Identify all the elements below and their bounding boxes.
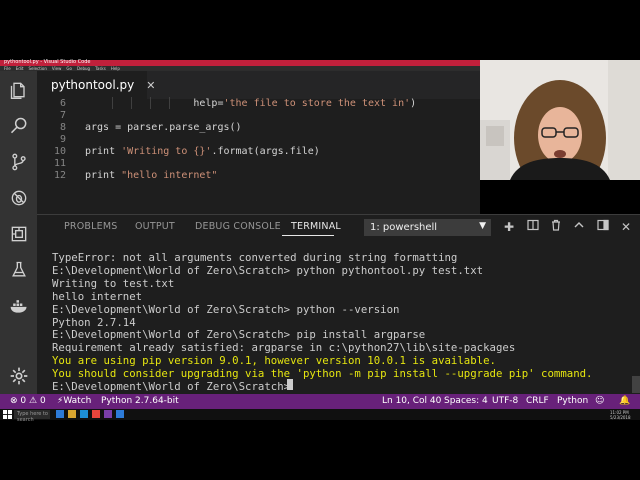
line-number: 7	[59, 110, 66, 121]
terminal-prompt-line[interactable]: E:\Development\World of Zero\Scratch>	[52, 380, 297, 393]
terminal-select[interactable]: 1: powershell ▼	[364, 219, 491, 236]
encoding-status[interactable]: UTF-8	[492, 396, 518, 406]
code-line: print 'Writing to {}'.format(args.file)	[85, 146, 320, 157]
task-view-icon[interactable]	[56, 410, 64, 418]
eol-status[interactable]: CRLF	[526, 396, 549, 406]
editor-tab-bar: pythontool.py ✕	[37, 71, 480, 99]
source-control-icon[interactable]	[0, 147, 37, 177]
tab-terminal[interactable]: TERMINAL	[291, 221, 341, 232]
windows-start-icon[interactable]	[3, 410, 12, 419]
debug-icon[interactable]	[0, 183, 37, 213]
line-number: 12	[53, 170, 66, 181]
line-number: 9	[59, 134, 66, 145]
test-flask-icon[interactable]	[0, 255, 37, 285]
line-number: 6	[59, 98, 66, 109]
terminal-line: E:\Development\World of Zero\Scratch> py…	[52, 303, 400, 316]
vscode-taskbar-icon[interactable]	[116, 410, 124, 418]
editor-tab-pythontool[interactable]: pythontool.py ✕	[37, 71, 155, 99]
language-mode-status[interactable]: Python	[557, 396, 588, 406]
terminal-select-value: 1: powershell	[370, 222, 438, 233]
search-icon[interactable]	[0, 111, 37, 141]
settings-gear-icon[interactable]	[0, 361, 37, 391]
trash-icon[interactable]	[548, 219, 564, 235]
terminal-scrollbar[interactable]	[632, 376, 640, 393]
code-line: help='the file to store the text in')	[85, 98, 417, 109]
webcam-overlay	[480, 60, 640, 180]
toggle-panel-icon[interactable]	[595, 219, 611, 235]
split-terminal-icon[interactable]	[525, 219, 541, 235]
terminal-warning-line: You should consider upgrading via the 'p…	[52, 367, 593, 380]
notifications-bell-icon[interactable]: 🔔	[619, 396, 630, 406]
python-interpreter-status[interactable]: Python 2.7.64-bit	[101, 396, 179, 406]
chevron-down-icon: ▼	[479, 221, 486, 231]
activity-bar	[0, 71, 37, 394]
errors-status[interactable]: ⊗ 0 ⚠ 0	[10, 396, 46, 406]
code-line: print "hello internet"	[85, 170, 218, 181]
line-number: 11	[53, 158, 66, 169]
terminal-line: TypeError: not all arguments converted d…	[52, 251, 458, 264]
editor-tab-label: pythontool.py	[51, 78, 135, 92]
explorer-icon[interactable]	[0, 75, 37, 105]
terminal-line: Requirement already satisfied: argparse …	[52, 341, 516, 354]
tab-problems[interactable]: PROBLEMS	[64, 221, 117, 232]
system-tray[interactable]: 11:02 PM 5/23/2018	[588, 409, 640, 420]
indentation-status[interactable]: Spaces: 4	[444, 396, 488, 406]
extensions-icon[interactable]	[0, 219, 37, 249]
taskbar-search[interactable]: Type here to search	[14, 410, 50, 423]
active-tab-indicator	[282, 235, 334, 236]
code-line: args = parser.parse_args()	[85, 122, 242, 133]
cursor-position-status[interactable]: Ln 10, Col 40	[382, 396, 441, 406]
edge-browser-icon[interactable]	[80, 410, 88, 418]
terminal-line: Writing to test.txt	[52, 277, 175, 290]
terminal-warning-line: You are using pip version 9.0.1, however…	[52, 354, 496, 367]
new-terminal-icon[interactable]: ✚	[501, 219, 517, 235]
watch-status[interactable]: ⚡Watch	[57, 396, 91, 406]
line-number: 8	[59, 122, 66, 133]
terminal-cursor	[287, 379, 293, 390]
terminal-line: E:\Development\World of Zero\Scratch> pi…	[52, 328, 426, 341]
tray-date: 5/23/2018	[610, 415, 631, 420]
line-number: 10	[53, 146, 66, 157]
tab-debug-console[interactable]: DEBUG CONSOLE	[195, 221, 281, 232]
file-explorer-icon[interactable]	[68, 410, 76, 418]
window-title: pythontool.py - Visual Studio Code	[4, 59, 91, 65]
docker-icon[interactable]	[0, 291, 37, 321]
visual-studio-icon[interactable]	[104, 410, 112, 418]
tab-output[interactable]: OUTPUT	[135, 221, 175, 232]
terminal-line: hello internet	[52, 290, 143, 303]
close-tab-icon[interactable]: ✕	[146, 79, 155, 92]
chrome-icon[interactable]	[92, 410, 100, 418]
close-panel-icon[interactable]: ✕	[618, 219, 634, 235]
feedback-smiley-icon[interactable]: ☺	[595, 396, 604, 406]
terminal-line: E:\Development\World of Zero\Scratch> py…	[52, 264, 484, 277]
maximize-panel-icon[interactable]	[571, 219, 587, 235]
